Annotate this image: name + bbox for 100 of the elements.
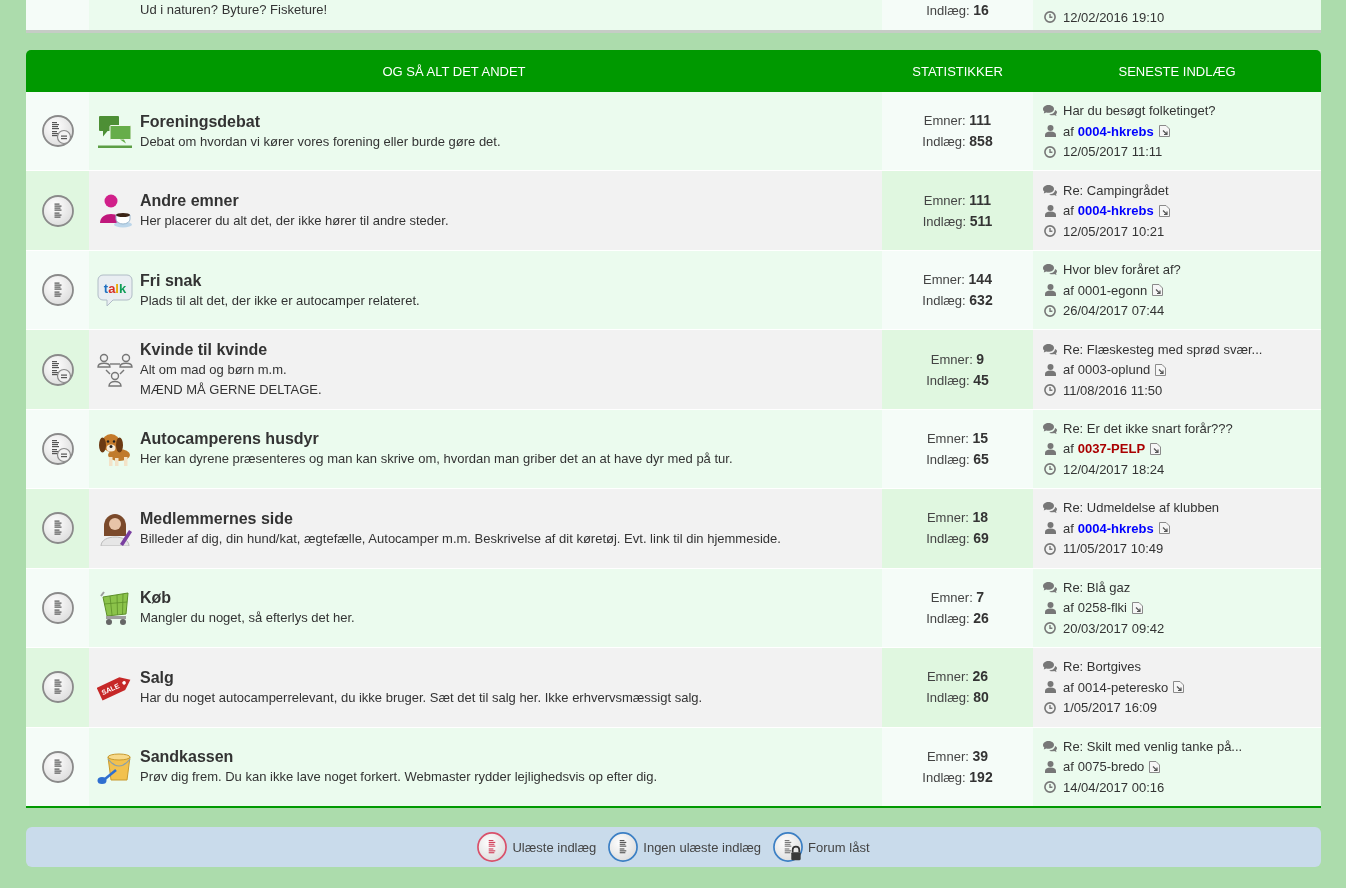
by-label: af bbox=[1063, 441, 1074, 457]
user-icon bbox=[1044, 681, 1056, 694]
topic-count: Emner: 39 bbox=[926, 746, 989, 766]
post-date: 12/05/2017 11:11 bbox=[1063, 144, 1163, 160]
last-post-title[interactable]: Re: Campingrådet bbox=[1063, 182, 1169, 198]
post-count: Indlæg: 192 bbox=[922, 767, 993, 787]
column-header: STATISTIKKER bbox=[912, 63, 1003, 79]
last-post-title[interactable]: Re: Er det ikke snart forår??? bbox=[1063, 420, 1233, 436]
topic-count: Emner: 111 bbox=[923, 111, 992, 131]
forum-description: Plads til alt det, der ikke er autocamper relateret. bbox=[140, 291, 420, 310]
comments-icon bbox=[1043, 502, 1057, 514]
forum-description: Ud i naturen? Byture? Fisketure! bbox=[140, 1, 328, 19]
post-count: Indlæg: 632 bbox=[922, 291, 993, 311]
category-title[interactable]: OG SÅ ALT DET ANDET bbox=[382, 63, 526, 79]
user-icon bbox=[1044, 442, 1056, 455]
forum-title[interactable]: Kvinde til kvinde bbox=[140, 339, 268, 361]
legend-label: Ingen ulæste indlæg bbox=[643, 839, 762, 855]
post-date: 26/04/2017 07:44 bbox=[1063, 303, 1165, 319]
post-date: 1/05/2017 16:09 bbox=[1063, 700, 1157, 716]
by-label: af bbox=[1063, 203, 1074, 219]
clock-icon bbox=[1044, 145, 1056, 158]
document-arrow-icon[interactable] bbox=[1152, 284, 1164, 297]
forum-title[interactable]: Andre emner bbox=[140, 190, 239, 212]
clock-icon bbox=[1044, 225, 1056, 238]
forum-description: Alt om mad og børn m.m. MÆND MÅ GERNE DELTAGE. bbox=[140, 361, 322, 400]
comments-icon bbox=[1043, 343, 1057, 355]
clock-icon bbox=[1044, 622, 1056, 635]
author-link[interactable]: 0004-hkrebs bbox=[1077, 520, 1154, 536]
author-link[interactable]: 0258-flki bbox=[1077, 600, 1127, 616]
post-count: Indlæg: 858 bbox=[922, 132, 993, 152]
by-label: af bbox=[1063, 123, 1074, 139]
chat-screens-icon bbox=[97, 113, 133, 150]
last-post-title[interactable]: Re: Udmeldelse af klubben bbox=[1063, 500, 1220, 516]
last-post-title[interactable]: Re: Flæskesteg med sprød svær... bbox=[1063, 341, 1263, 357]
comments-icon bbox=[1043, 105, 1057, 117]
by-label: af bbox=[1063, 759, 1074, 775]
forum-title[interactable]: Salg bbox=[140, 666, 174, 688]
last-post-title[interactable]: Har du besøgt folketinget? bbox=[1063, 103, 1216, 119]
document-arrow-icon[interactable] bbox=[1150, 442, 1162, 455]
clock-icon bbox=[1044, 781, 1056, 794]
comments-icon bbox=[1043, 740, 1057, 752]
post-count: Indlæg: 45 bbox=[926, 370, 989, 390]
post-count: Indlæg: 69 bbox=[926, 529, 989, 549]
forum-description: Prøv dig frem. Du kan ikke lave noget forkert. Webmaster rydder lejlighedsvis op efter dig. bbox=[140, 768, 658, 787]
forum-title[interactable]: Foreningsdebat bbox=[140, 110, 260, 132]
post-date: 20/03/2017 09:42 bbox=[1063, 620, 1165, 636]
forum-title[interactable]: Medlemmernes side bbox=[140, 507, 293, 529]
last-post-title[interactable]: Re: Blå gaz bbox=[1063, 579, 1131, 595]
topic-count: Emner: 18 bbox=[926, 508, 989, 528]
forum-description: Debat om hvordan vi kører vores forening eller burde gøre det. bbox=[140, 132, 501, 151]
author-link[interactable]: 0001-egonn bbox=[1077, 282, 1148, 298]
post-date: 11/08/2016 11:50 bbox=[1063, 382, 1163, 398]
topic-count: Emner: 15 bbox=[926, 428, 989, 448]
post-date: 14/04/2017 00:16 bbox=[1063, 779, 1165, 795]
last-post-title[interactable]: Re: Skilt med venlig tanke på... bbox=[1063, 738, 1243, 754]
user-icon bbox=[1044, 363, 1056, 376]
comments-icon bbox=[1043, 184, 1057, 196]
topic-count: Emner: 7 bbox=[930, 587, 985, 607]
forum-description: Mangler du noget, så efterlys det her. bbox=[140, 609, 355, 628]
forum-title[interactable]: Sandkassen bbox=[140, 746, 234, 768]
document-arrow-icon[interactable] bbox=[1149, 760, 1161, 773]
forum-title[interactable]: Køb bbox=[140, 587, 172, 609]
topic-count: Emner: 9 bbox=[930, 349, 985, 369]
user-icon bbox=[1044, 284, 1056, 297]
document-arrow-icon[interactable] bbox=[1158, 204, 1170, 217]
post-count: Indlæg: 511 bbox=[922, 211, 993, 231]
author-link[interactable]: 0037-PELP bbox=[1077, 441, 1146, 457]
legend-label: Forum låst bbox=[808, 839, 870, 855]
forum-title[interactable]: Autocamperens husdyr bbox=[140, 428, 319, 450]
list-circle-icon bbox=[608, 832, 639, 862]
post-count: Indlæg: 65 bbox=[926, 449, 989, 469]
last-post-title[interactable]: Re: Bortgives bbox=[1063, 659, 1142, 675]
post-date: 12/02/2016 19:10 bbox=[1063, 9, 1165, 25]
by-label: af bbox=[1063, 679, 1074, 695]
author-link[interactable]: 0003-oplund bbox=[1077, 362, 1151, 378]
author-link[interactable]: 0014-peteresko bbox=[1077, 679, 1169, 695]
post-date: 11/05/2017 10:49 bbox=[1063, 541, 1164, 557]
comments-icon bbox=[1043, 661, 1057, 673]
author-link[interactable]: 0004-hkrebs bbox=[1077, 123, 1154, 139]
document-arrow-icon[interactable] bbox=[1155, 363, 1167, 376]
comments-icon bbox=[1043, 264, 1057, 276]
clock-icon bbox=[1044, 304, 1056, 317]
post-count: Indlæg: 80 bbox=[926, 688, 989, 708]
forum-title[interactable]: Fri snak bbox=[140, 269, 202, 291]
user-icon bbox=[1044, 601, 1056, 614]
last-post-title[interactable]: Hvor blev foråret af? bbox=[1063, 262, 1181, 278]
document-arrow-icon[interactable] bbox=[1158, 125, 1170, 138]
author-link[interactable]: 0075-bredo bbox=[1077, 759, 1145, 775]
person-coffee-icon bbox=[97, 192, 133, 229]
document-arrow-icon[interactable] bbox=[1158, 522, 1170, 535]
column-header: SENESTE INDLÆG bbox=[1118, 63, 1236, 79]
topic-count: Emner: 144 bbox=[923, 270, 992, 290]
document-arrow-icon[interactable] bbox=[1173, 681, 1185, 694]
post-date: 12/05/2017 10:21 bbox=[1063, 223, 1165, 239]
clock-icon bbox=[1044, 384, 1056, 397]
talk-bubble-icon: talk bbox=[97, 272, 133, 309]
user-icon bbox=[1044, 760, 1056, 773]
clock-icon bbox=[1044, 11, 1056, 23]
author-link[interactable]: 0004-hkrebs bbox=[1077, 203, 1154, 219]
document-arrow-icon[interactable] bbox=[1132, 601, 1143, 614]
